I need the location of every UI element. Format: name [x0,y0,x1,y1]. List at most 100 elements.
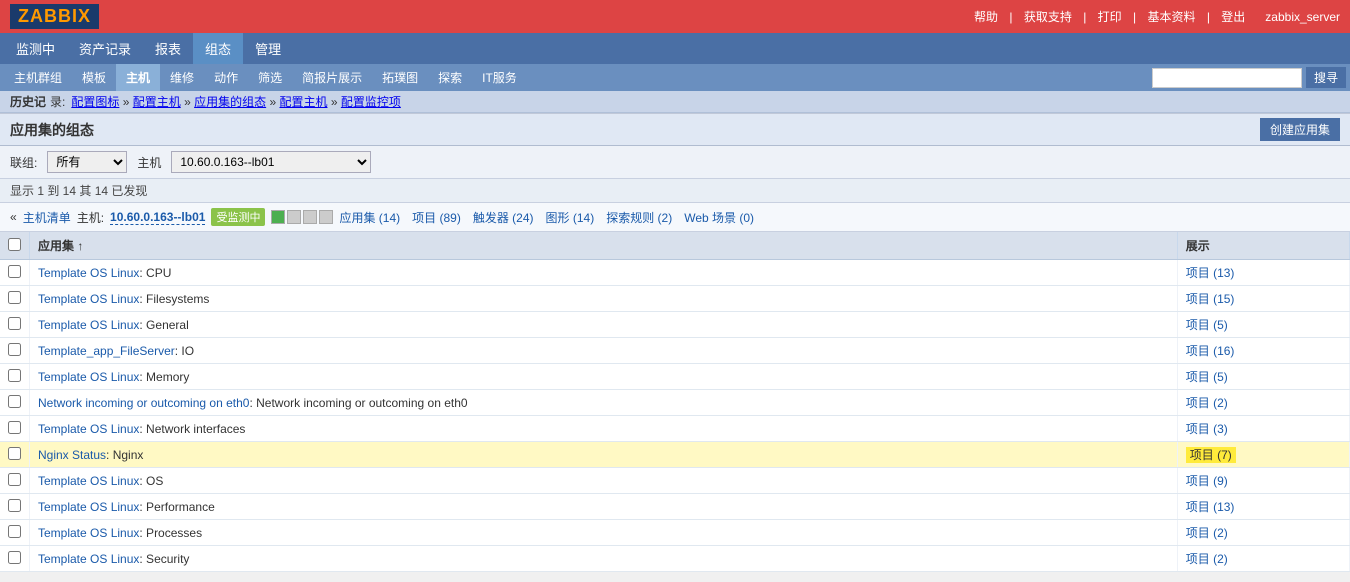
breadcrumb-link-5[interactable]: 配置监控项 [341,95,401,109]
appset-link[interactable]: Template_app_FileServer [38,344,175,358]
host-discovery-link[interactable]: 探索规则 (2) [606,209,672,226]
nav-item-assets[interactable]: 资产记录 [67,33,143,64]
appset-display-cell: 项目 (2) [1177,520,1349,546]
row-checkbox[interactable] [8,525,21,538]
row-checkbox[interactable] [8,317,21,330]
host-graphs-link[interactable]: 图形 (14) [546,209,595,226]
table-row: Template_app_FileServer: IO项目 (16) [0,338,1350,364]
search-input[interactable] [1152,68,1302,88]
host-separator: 主机: [77,209,104,226]
subnav-itservices[interactable]: IT服务 [472,64,527,91]
breadcrumb-link-2[interactable]: 配置主机 [133,95,181,109]
appset-link[interactable]: Network incoming or outcoming on eth0 [38,396,249,410]
host-appsets-link[interactable]: 应用集 (14) [339,209,400,226]
appset-link[interactable]: Template OS Linux [38,370,139,384]
row-checkbox[interactable] [8,499,21,512]
subnav-hostgroups[interactable]: 主机群组 [4,64,72,91]
nav-item-admin[interactable]: 管理 [243,33,293,64]
items-link[interactable]: 项目 (9) [1186,474,1228,488]
appset-name-cell: Nginx Status: Nginx [30,442,1178,468]
appset-link[interactable]: Template OS Linux [38,474,139,488]
items-link[interactable]: 项目 (13) [1186,266,1235,280]
appset-link[interactable]: Template OS Linux [38,552,139,566]
table-row: Network incoming or outcoming on eth0: N… [0,390,1350,416]
row-checkbox[interactable] [8,369,21,382]
print-link[interactable]: 打印 [1098,10,1122,24]
row-checkbox[interactable] [8,421,21,434]
appset-link[interactable]: Template OS Linux [38,266,139,280]
subnav-actions[interactable]: 动作 [204,64,248,91]
status-icon-1 [271,210,285,224]
subnav-maintenance[interactable]: 维修 [160,64,204,91]
appset-link[interactable]: Template OS Linux [38,292,139,306]
breadcrumb-link-1[interactable]: 配置图标 [71,95,119,109]
search-bar: 搜寻 [1152,67,1346,88]
host-filter-select[interactable]: 10.60.0.163--lb01 [171,151,371,173]
row-checkbox[interactable] [8,473,21,486]
subnav-templates[interactable]: 模板 [72,64,116,91]
subnav-discovery[interactable]: 探索 [428,64,472,91]
subnav-maps[interactable]: 拓璞图 [372,64,428,91]
row-checkbox[interactable] [8,291,21,304]
appset-link[interactable]: Nginx Status [38,448,106,462]
nav-item-config[interactable]: 组态 [193,33,243,64]
appset-display-cell: 项目 (2) [1177,390,1349,416]
items-link[interactable]: 项目 (2) [1186,552,1228,566]
nav-item-reports[interactable]: 报表 [143,33,193,64]
breadcrumb-link-4[interactable]: 配置主机 [279,95,327,109]
appset-display-cell: 项目 (5) [1177,312,1349,338]
profile-link[interactable]: 基本资料 [1147,10,1195,24]
appset-link[interactable]: Template OS Linux [38,318,139,332]
create-app-button[interactable]: 创建应用集 [1260,118,1340,141]
table-row: Template OS Linux: CPU 项目 (13) [0,260,1350,286]
th-appset[interactable]: 应用集 ↑ [30,232,1178,260]
appset-link[interactable]: Template OS Linux [38,422,139,436]
nav-item-monitoring[interactable]: 监测中 [4,33,67,64]
select-all-checkbox[interactable] [8,238,21,251]
status-icon-4 [319,210,333,224]
appset-link[interactable]: Template OS Linux [38,526,139,540]
items-link[interactable]: 项目 (2) [1186,526,1228,540]
items-link-highlight[interactable]: 项目 (7) [1186,447,1236,463]
support-link[interactable]: 获取支持 [1024,10,1072,24]
host-triggers-link[interactable]: 触发器 (24) [473,209,534,226]
host-list-link[interactable]: 主机清单 [23,209,71,226]
group-filter-select[interactable]: 所有 [47,151,127,173]
server-name: zabbix_server [1265,10,1340,24]
table-row: Template OS Linux: General项目 (5) [0,312,1350,338]
subnav-hosts[interactable]: 主机 [116,64,160,91]
row-checkbox[interactable] [8,551,21,564]
items-link[interactable]: 项目 (5) [1186,318,1228,332]
table-row: Template OS Linux: Network interfaces项目 … [0,416,1350,442]
items-link[interactable]: 项目 (3) [1186,422,1228,436]
table-row: Template OS Linux: Filesystems项目 (15) [0,286,1350,312]
appset-display-cell: 项目 (16) [1177,338,1349,364]
host-items-link[interactable]: 项目 (89) [412,209,461,226]
host-detail-link[interactable]: 10.60.0.163--lb01 [110,210,205,225]
items-link[interactable]: 项目 (2) [1186,396,1228,410]
row-checkbox[interactable] [8,395,21,408]
subnav-slides[interactable]: 简报片展示 [292,64,372,91]
breadcrumb-link-3[interactable]: 应用集的组态 [194,95,266,109]
row-checkbox[interactable] [8,343,21,356]
items-link[interactable]: 项目 (5) [1186,370,1228,384]
subnav-filter[interactable]: 筛选 [248,64,292,91]
host-web-link[interactable]: Web 场景 (0) [684,209,754,226]
logout-link[interactable]: 登出 [1221,10,1245,24]
items-link[interactable]: 项目 (16) [1186,344,1235,358]
items-link[interactable]: 项目 (13) [1186,500,1235,514]
appset-link[interactable]: Template OS Linux [38,500,139,514]
row-checkbox[interactable] [8,447,21,460]
th-checkbox [0,232,30,260]
info-text: 显示 1 到 14 其 14 已发现 [10,184,147,198]
top-links: 帮助 | 获取支持 | 打印 | 基本资料 | 登出 [970,8,1249,25]
appset-name-cell: Template OS Linux: CPU [30,260,1178,286]
items-link[interactable]: 项目 (15) [1186,292,1235,306]
appset-name-cell: Template OS Linux: Processes [30,520,1178,546]
main-nav: 监测中 资产记录 报表 组态 管理 [0,33,1350,64]
help-link[interactable]: 帮助 [974,10,998,24]
row-checkbox[interactable] [8,265,21,278]
search-button[interactable]: 搜寻 [1306,67,1346,88]
table-row: Template OS Linux: Memory项目 (5) [0,364,1350,390]
status-icon-2 [287,210,301,224]
